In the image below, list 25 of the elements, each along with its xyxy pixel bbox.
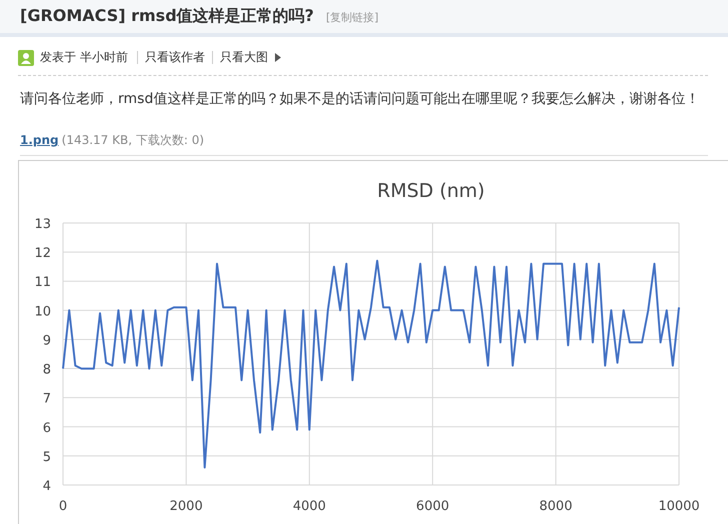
y-tick-label: 9 xyxy=(42,333,51,348)
x-tick-label: 0 xyxy=(58,499,68,514)
x-tick-label: 8000 xyxy=(539,499,572,514)
x-tick-label: 2000 xyxy=(170,499,203,514)
x-tick-label: 6000 xyxy=(416,499,450,514)
y-tick-label: 4 xyxy=(42,479,51,494)
post-time: 发表于 半小时前 xyxy=(40,49,129,66)
y-tick-label: 11 xyxy=(34,275,51,290)
expand-arrow-icon[interactable] xyxy=(274,53,281,62)
attachment-info: (143.17 KB, 下载次数: 0) xyxy=(62,133,204,147)
user-icon xyxy=(18,50,34,66)
post-title: [GROMACS] rmsd值这样是正常的吗? xyxy=(20,6,314,27)
chart-title: RMSD (nm) xyxy=(377,180,485,202)
x-tick-label: 10000 xyxy=(658,499,700,514)
x-tick-label: 4000 xyxy=(292,499,326,514)
meta-link[interactable]: 只看该作者 xyxy=(136,51,212,64)
post-text: 请问各位老师，rmsd值这样是正常的吗？如果不是的话请问问题可能出在哪里呢？我要怎么解决，谢谢各位！ xyxy=(20,90,700,108)
y-tick-label: 13 xyxy=(34,217,51,232)
y-tick-label: 7 xyxy=(42,392,51,407)
y-tick-label: 8 xyxy=(42,362,51,378)
y-tick-label: 10 xyxy=(34,304,51,320)
y-tick-label: 6 xyxy=(42,420,51,436)
attachment-link[interactable]: 1.png xyxy=(20,133,59,147)
y-tick-label: 12 xyxy=(34,246,51,262)
y-tick-label: 5 xyxy=(42,450,51,465)
